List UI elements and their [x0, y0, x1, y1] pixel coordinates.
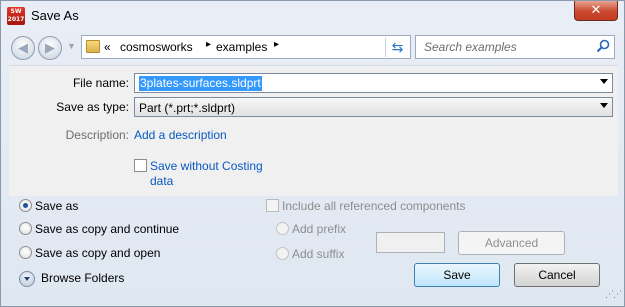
forward-button[interactable]: ▶	[38, 36, 62, 60]
breadcrumb-item-examples[interactable]: examples	[216, 40, 267, 54]
file-name-value[interactable]: 3plates-surfaces.sldprt	[139, 76, 262, 91]
file-name-field[interactable]: 3plates-surfaces.sldprt	[134, 73, 613, 93]
save-as-radio-label[interactable]: Save as	[35, 199, 78, 213]
back-arrow-icon: ◀	[18, 40, 28, 55]
browse-folders-label[interactable]: Browse Folders	[41, 271, 124, 285]
solidworks-app-icon: SW 2017	[7, 7, 25, 25]
forward-arrow-icon: ▶	[45, 40, 55, 55]
breadcrumb-separator-icon[interactable]: ▸	[206, 39, 211, 50]
add-description-link[interactable]: Add a description	[134, 128, 227, 142]
recent-locations-dropdown-icon[interactable]: ▼	[67, 41, 76, 51]
add-prefix-label[interactable]: Add prefix	[292, 222, 346, 236]
cancel-button[interactable]: Cancel	[514, 263, 600, 287]
save-without-costing-label[interactable]: Save without Costing	[150, 159, 263, 173]
save-as-copy-open-radio[interactable]	[19, 246, 32, 259]
breadcrumb-separator-icon[interactable]: ▸	[274, 39, 279, 50]
save-as-copy-continue-radio[interactable]	[19, 222, 32, 235]
search-placeholder: Search examples	[424, 40, 517, 54]
save-button[interactable]: Save	[414, 263, 500, 287]
close-button[interactable]: ✕	[574, 1, 618, 21]
save-as-type-label: Save as type:	[56, 100, 129, 114]
file-name-label: File name:	[72, 76, 129, 90]
save-without-costing-label-line2[interactable]: data	[150, 174, 173, 188]
save-as-copy-continue-label[interactable]: Save as copy and continue	[35, 222, 179, 236]
save-as-type-dropdown-icon[interactable]	[600, 103, 608, 108]
include-components-label[interactable]: Include all referenced components	[282, 199, 465, 213]
advanced-button[interactable]: Advanced	[458, 231, 565, 255]
add-suffix-label[interactable]: Add suffix	[292, 247, 344, 261]
save-as-type-value: Part (*.prt;*.sldprt)	[139, 101, 236, 115]
description-label: Description:	[65, 128, 129, 142]
title-bar[interactable]: SW 2017 Save As ✕	[1, 1, 624, 31]
search-input[interactable]: Search examples	[415, 35, 615, 59]
back-button[interactable]: ◀	[11, 36, 35, 60]
search-icon[interactable]	[596, 39, 610, 53]
refresh-button[interactable]: ⇆	[385, 38, 409, 57]
save-as-copy-open-label[interactable]: Save as copy and open	[35, 246, 160, 260]
resize-grip-icon[interactable]: ⋰⋰	[605, 289, 622, 300]
save-as-dialog: SW 2017 Save As ✕ ◀ ▶ ▼ « cosmosworks ▸ e…	[0, 0, 625, 307]
save-as-type-select[interactable]: Part (*.prt;*.sldprt)	[134, 97, 613, 117]
refresh-icon: ⇆	[391, 39, 404, 55]
prefix-suffix-input[interactable]	[376, 232, 445, 253]
browse-folders-chevron-icon[interactable]	[19, 271, 35, 287]
window-title: Save As	[31, 8, 79, 23]
save-without-costing-checkbox[interactable]	[134, 159, 147, 172]
add-prefix-radio[interactable]	[276, 222, 289, 235]
save-as-radio[interactable]	[19, 199, 32, 212]
include-components-checkbox[interactable]	[266, 199, 279, 212]
file-name-dropdown-icon[interactable]	[600, 79, 608, 84]
add-suffix-radio[interactable]	[276, 247, 289, 260]
breadcrumb-overflow[interactable]: «	[104, 40, 111, 54]
breadcrumb[interactable]: « cosmosworks ▸ examples ▸ ▼	[81, 35, 457, 59]
folder-icon	[86, 40, 100, 53]
breadcrumb-item-cosmosworks[interactable]: cosmosworks	[120, 40, 193, 54]
